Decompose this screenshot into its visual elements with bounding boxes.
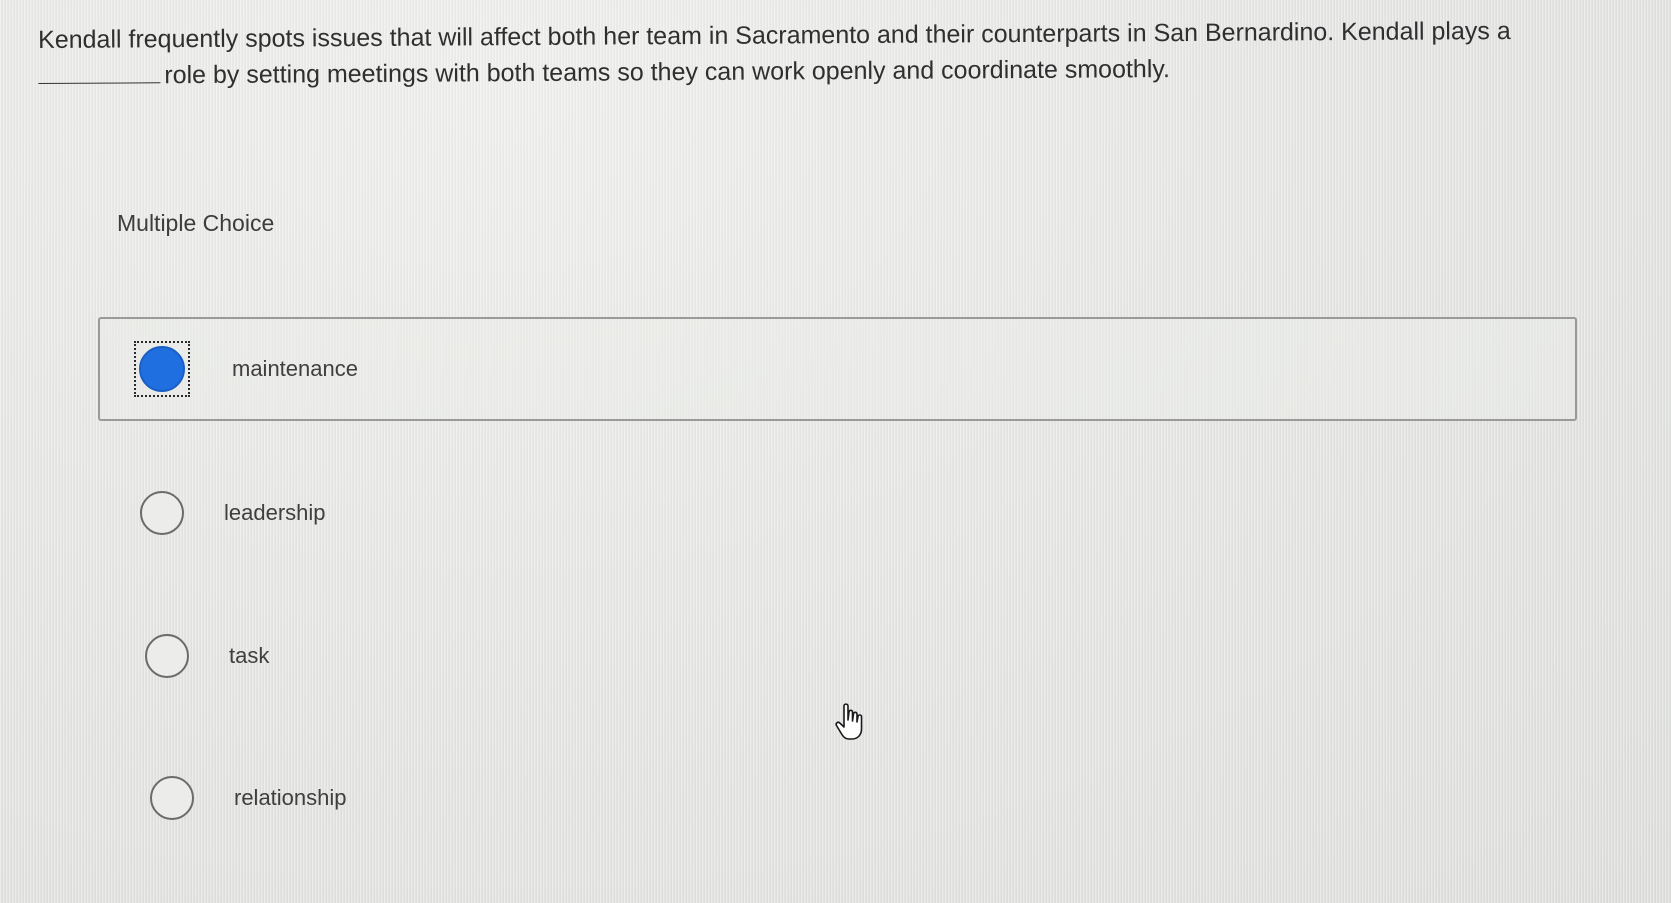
question-part-2: role by setting meetings with both teams…	[164, 55, 1171, 90]
multiple-choice-label: Multiple Choice	[117, 210, 275, 236]
radio-button[interactable]	[145, 634, 189, 678]
answer-blank	[38, 58, 161, 84]
radio-button[interactable]	[150, 776, 194, 820]
question-part-1: Kendall frequently spots issues that wil…	[38, 17, 1511, 54]
option-label: task	[229, 643, 270, 668]
option-label: relationship	[234, 785, 347, 810]
option-maintenance[interactable]: maintenance	[98, 317, 1577, 421]
option-label: leadership	[224, 500, 326, 525]
radio-button[interactable]	[140, 491, 184, 535]
question-text: Kendall frequently spots issues that wil…	[38, 12, 1598, 94]
radio-button-selected[interactable]	[139, 346, 185, 392]
hand-pointer-icon	[835, 703, 863, 740]
option-label: maintenance	[232, 356, 358, 381]
option-task[interactable]: task	[145, 634, 269, 678]
option-leadership[interactable]: leadership	[140, 491, 326, 535]
radio-focus-ring	[134, 341, 190, 397]
option-relationship[interactable]: relationship	[150, 776, 347, 820]
